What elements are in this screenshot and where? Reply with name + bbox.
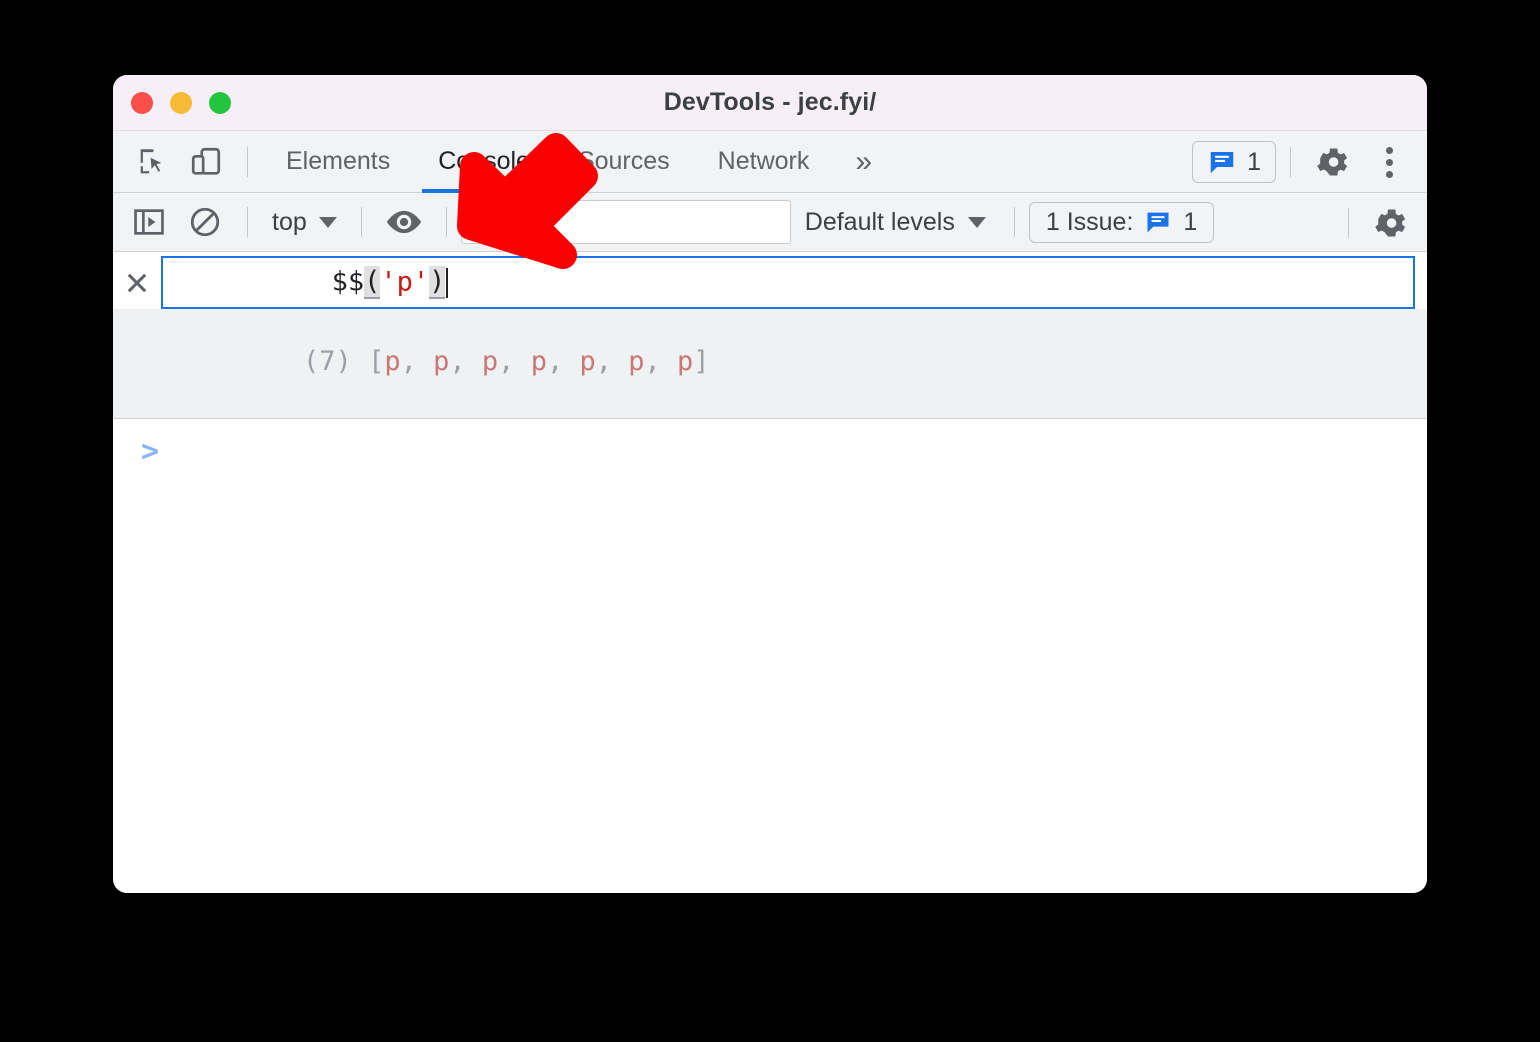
eager-close: ] xyxy=(693,346,710,377)
console-toolbar-divider-5 xyxy=(1348,207,1349,238)
execution-context-label: top xyxy=(272,207,307,236)
console-issues-badge[interactable]: 1 Issue: 1 xyxy=(1028,201,1215,243)
eager-sep: , xyxy=(498,346,531,377)
console-toolbar: top Default levels 1 Issue: xyxy=(113,193,1427,252)
eager-open: [ xyxy=(351,346,385,377)
more-tabs-icon[interactable]: » xyxy=(833,131,894,193)
console-issues-text: 1 Issue: xyxy=(1045,207,1134,236)
eager-sep: , xyxy=(546,346,580,377)
tab-console[interactable]: Console xyxy=(414,131,554,193)
issues-badge[interactable]: 1 xyxy=(1192,141,1276,183)
console-issues-count: 1 xyxy=(1183,207,1198,236)
devtools-window: DevTools - jec.fyi/ Elements Console Sou… xyxy=(113,75,1427,893)
chevron-down-icon xyxy=(318,216,337,228)
console-prompt-row: $$('p') xyxy=(113,252,1427,309)
text-cursor xyxy=(446,267,449,298)
expression-token-close-paren: ) xyxy=(429,266,446,299)
clear-expression-close-icon[interactable] xyxy=(113,256,161,309)
console-settings-gear-icon[interactable] xyxy=(1363,193,1419,252)
tab-network[interactable]: Network xyxy=(694,131,834,193)
tab-network-label: Network xyxy=(717,147,810,175)
eager-element: p xyxy=(579,346,596,377)
eager-sep: , xyxy=(400,346,434,377)
device-toolbar-icon[interactable] xyxy=(179,131,233,193)
console-toolbar-divider-3 xyxy=(445,207,447,237)
window-titlebar: DevTools - jec.fyi/ xyxy=(113,75,1427,131)
console-prompt-chevron-icon: > xyxy=(141,434,160,469)
issue-message-icon-small xyxy=(1147,212,1169,233)
console-toolbar-divider-2 xyxy=(360,207,362,237)
issues-count: 1 xyxy=(1247,147,1261,176)
eager-eval-preview: (7) [p, p, p, p, p, p, p] xyxy=(113,309,1427,419)
tabbar-right-actions: 1 xyxy=(1192,131,1417,193)
eager-sep: , xyxy=(449,346,482,377)
tab-elements-label: Elements xyxy=(286,147,391,175)
expression-token-function: $$ xyxy=(331,266,365,297)
tabbar-divider xyxy=(247,146,248,177)
eager-element: p xyxy=(530,346,547,377)
eager-sep: , xyxy=(644,346,678,377)
expression-token-string: 'p' xyxy=(380,266,430,297)
console-toolbar-divider-4 xyxy=(1013,207,1015,237)
console-sidebar-toggle-icon[interactable] xyxy=(121,193,177,252)
eager-element: p xyxy=(433,346,450,377)
eager-sep: , xyxy=(595,346,629,377)
panel-tabs: Elements Console Sources Network xyxy=(262,131,833,193)
eager-element: p xyxy=(628,346,645,377)
console-toolbar-divider-1 xyxy=(247,207,248,237)
eager-element: p xyxy=(481,346,499,377)
devtools-main-menu-icon[interactable] xyxy=(1361,131,1417,193)
screenshot-root: DevTools - jec.fyi/ Elements Console Sou… xyxy=(0,0,1540,1042)
issue-message-icon xyxy=(1210,152,1234,174)
log-levels-selector[interactable]: Default levels xyxy=(791,208,1000,237)
tab-elements[interactable]: Elements xyxy=(262,131,414,193)
tab-console-label: Console xyxy=(438,147,530,175)
console-filter-input[interactable] xyxy=(460,200,791,244)
execution-context-selector[interactable]: top xyxy=(262,208,347,237)
window-title: DevTools - jec.fyi/ xyxy=(663,88,877,116)
console-toolbar-right xyxy=(1334,193,1419,252)
expression-token-open-paren: ( xyxy=(364,266,381,299)
tab-sources-label: Sources xyxy=(577,147,670,175)
tabbar-right-divider xyxy=(1290,147,1291,177)
kebab-dots xyxy=(1385,146,1393,178)
eager-count: (7) xyxy=(303,346,352,377)
console-expression-input[interactable]: $$('p') xyxy=(161,256,1415,309)
chevron-down-icon-levels xyxy=(967,216,986,228)
log-levels-label: Default levels xyxy=(804,207,955,236)
devtools-tabbar: Elements Console Sources Network » 1 xyxy=(113,131,1427,193)
console-message-list[interactable]: > xyxy=(113,419,1427,893)
eager-element: p xyxy=(384,346,401,377)
tab-sources[interactable]: Sources xyxy=(554,131,694,193)
inspect-element-icon[interactable] xyxy=(125,131,179,193)
clear-console-icon[interactable] xyxy=(177,193,233,252)
eager-element: p xyxy=(677,346,694,377)
create-live-expression-eye-icon[interactable] xyxy=(376,193,432,252)
settings-gear-icon[interactable] xyxy=(1305,131,1361,193)
